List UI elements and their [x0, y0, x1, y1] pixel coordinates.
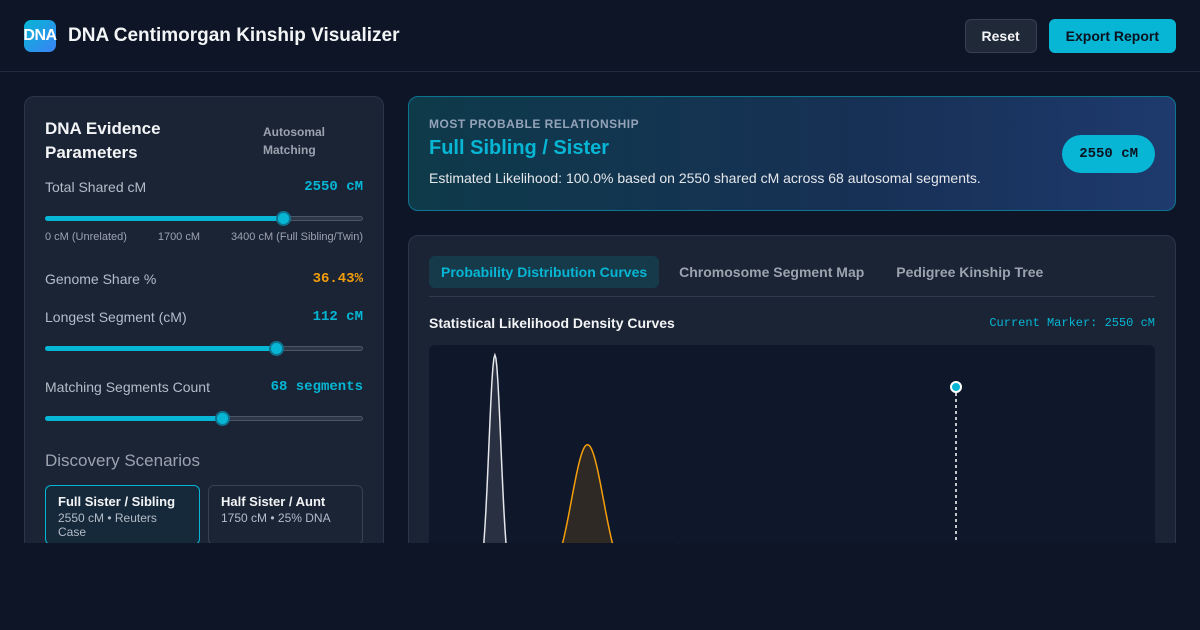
chart-title: Statistical Likelihood Density Curves — [429, 315, 675, 331]
scenario-desc: 2550 cM • Reuters Case — [58, 511, 157, 539]
current-marker-dot[interactable] — [950, 381, 962, 393]
result-description: Estimated Likelihood: 100.0% based on 25… — [429, 170, 981, 186]
total-cm-row: Total Shared cM 2550 cM — [45, 179, 363, 195]
result-card: MOST PROBABLE RELATIONSHIP Full Sibling … — [408, 96, 1176, 211]
slider-thumb[interactable] — [215, 411, 231, 426]
header-actions: Reset Export Report — [964, 18, 1176, 53]
app-header: DNA DNA Centimorgan Kinship Visualizer R… — [0, 0, 1200, 72]
mark-mid: 1700 cM — [157, 231, 201, 243]
genome-share-value: 36.43% — [312, 271, 363, 287]
genome-share-row: Genome Share % 36.43% — [45, 271, 363, 287]
total-cm-marks: 0 cM (Unrelated) 1700 cM 3400 cM (Full S… — [45, 231, 363, 243]
genome-share-label: Genome Share % — [45, 271, 157, 287]
bottom-fade — [0, 543, 1200, 630]
visualization-panel: Probability Distribution Curves Chromoso… — [408, 235, 1176, 565]
scenarios-title: Discovery Scenarios — [45, 451, 200, 470]
app-title: DNA Centimorgan Kinship Visualizer — [68, 24, 400, 46]
panel-head: DNA Evidence Parameters Autosomal Matchi… — [45, 117, 363, 165]
scenario-name: Half Sister / Aunt — [221, 494, 326, 509]
total-cm-label: Total Shared cM — [45, 179, 147, 195]
scenario-list: Full Sister / Sibling 2550 cM • Reuters … — [45, 485, 363, 545]
longest-segment-value: 112 cM — [312, 309, 363, 325]
reset-button[interactable]: Reset — [964, 18, 1037, 53]
total-cm-value: 2550 cM — [304, 179, 363, 195]
panel-subtitle: Autosomal Matching — [263, 125, 326, 157]
scenario-card-full-sister[interactable]: Full Sister / Sibling 2550 cM • Reuters … — [45, 485, 200, 545]
export-report-button[interactable]: Export Report — [1048, 18, 1176, 53]
longest-segment-row: Longest Segment (cM) 112 cM — [45, 309, 363, 325]
scenario-card-half-sister[interactable]: Half Sister / Aunt 1750 cM • 25% DNA — [208, 485, 363, 545]
segments-count-label: Matching Segments Count — [45, 379, 210, 395]
slider-thumb[interactable] — [275, 211, 291, 226]
result-cm-badge: 2550 cM — [1062, 135, 1155, 173]
tab-pedigree-tree[interactable]: Pedigree Kinship Tree — [884, 256, 1055, 288]
slider-fill — [45, 346, 278, 351]
total-cm-slider[interactable] — [45, 209, 363, 229]
slider-fill — [45, 216, 284, 221]
slider-fill — [45, 416, 224, 421]
chart-head: Statistical Likelihood Density Curves Cu… — [429, 315, 1155, 331]
longest-segment-label: Longest Segment (cM) — [45, 309, 187, 325]
result-kicker: MOST PROBABLE RELATIONSHIP — [429, 117, 640, 131]
current-marker-label: Current Marker: 2550 cM — [989, 316, 1155, 330]
result-title: Full Sibling / Sister — [429, 137, 610, 159]
scenario-desc: 1750 cM • 25% DNA — [221, 511, 331, 525]
segments-count-slider[interactable] — [45, 409, 363, 429]
density-chart — [429, 345, 1155, 564]
density-chart-svg — [480, 352, 962, 564]
mark-max: 3400 cM (Full Sibling/Twin) — [230, 231, 363, 243]
longest-segment-slider[interactable] — [45, 339, 363, 359]
viz-tabs: Probability Distribution Curves Chromoso… — [429, 256, 1155, 297]
slider-thumb[interactable] — [269, 341, 285, 356]
tab-chromosome-map[interactable]: Chromosome Segment Map — [667, 256, 876, 288]
segments-count-value: 68 segments — [270, 379, 363, 395]
segments-count-row: Matching Segments Count 68 segments — [45, 379, 363, 395]
tab-probability-curves[interactable]: Probability Distribution Curves — [429, 256, 660, 288]
panel-title: DNA Evidence Parameters — [45, 119, 161, 162]
density-curve-1 — [480, 352, 509, 564]
dna-logo: DNA — [23, 19, 57, 52]
scenario-name: Full Sister / Sibling — [58, 494, 176, 509]
mark-min: 0 cM (Unrelated) — [45, 231, 127, 243]
app-page: DNA DNA Centimorgan Kinship Visualizer R… — [0, 0, 1200, 630]
parameters-panel: DNA Evidence Parameters Autosomal Matchi… — [24, 96, 384, 566]
